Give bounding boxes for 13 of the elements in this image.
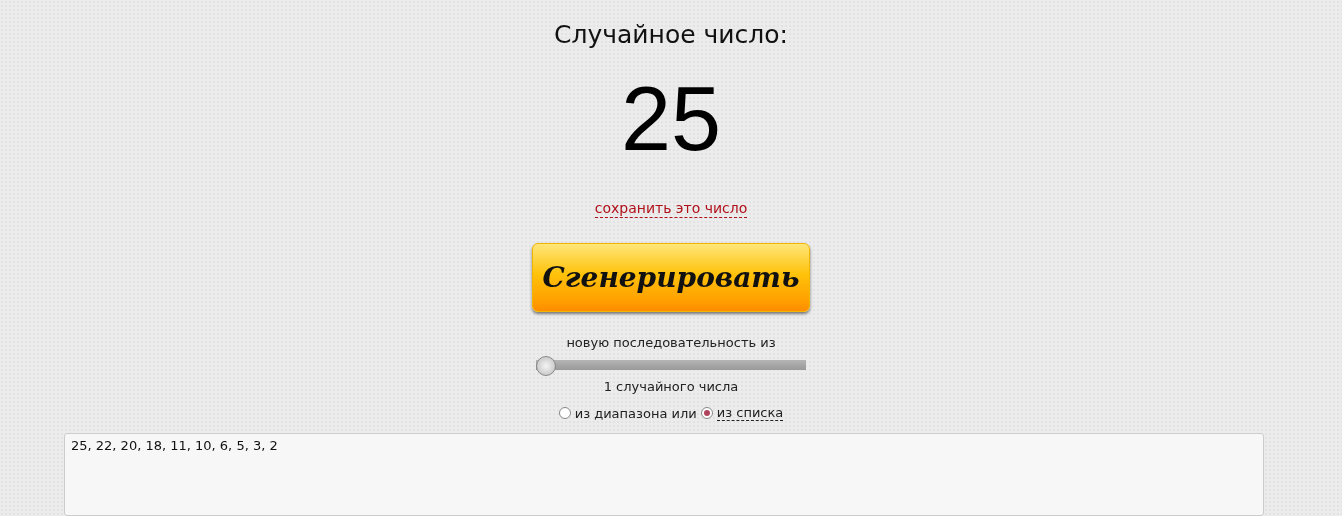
page-title: Случайное число: [554,19,788,51]
random-number: 25 [620,68,722,171]
option-label: из диапазона или [574,405,697,421]
slider-thumb[interactable] [536,356,556,377]
list-field[interactable]: 25, 22, 20, 18, 11, 10, 6, 5, 3, 2 [64,433,1264,516]
count-label: 1 случайного числа [603,378,739,397]
radio-button[interactable] [558,407,571,420]
option-link[interactable]: из списка [716,405,784,422]
radio-button[interactable] [700,407,713,420]
generate-button[interactable]: Сгенерировать [532,243,810,313]
sequence-label: новую последовательность из [566,334,776,353]
count-slider[interactable] [536,355,806,376]
save-link[interactable]: сохранить это число [594,199,748,218]
